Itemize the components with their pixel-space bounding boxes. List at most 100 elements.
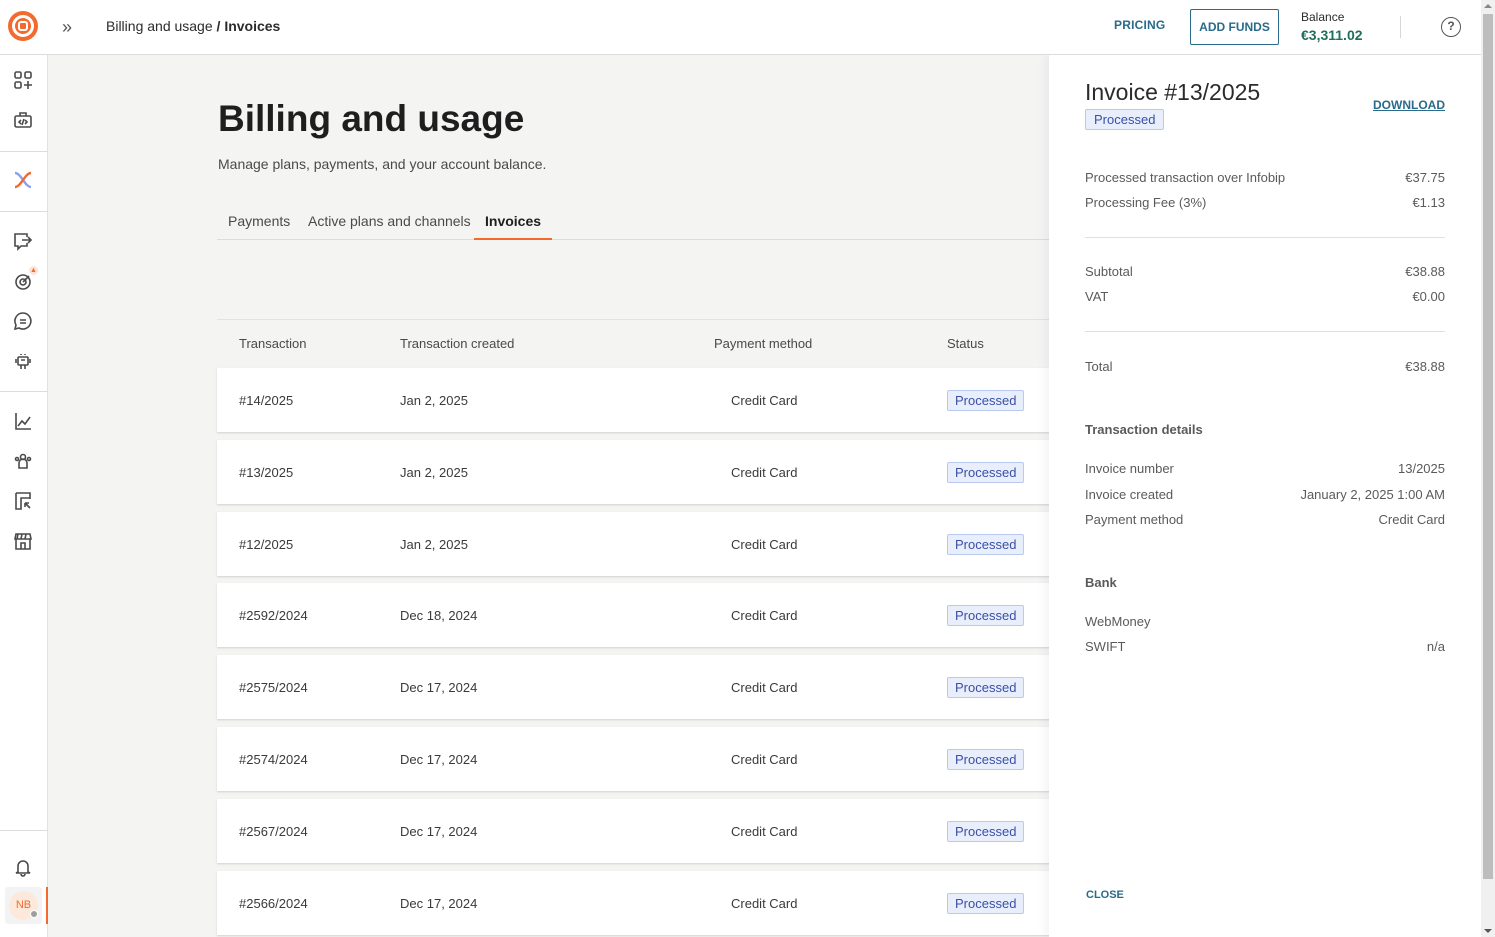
exchange-icon[interactable] bbox=[12, 490, 34, 512]
payment-method: Credit Card bbox=[731, 752, 798, 767]
scroll-down-arrow-icon[interactable] bbox=[1484, 929, 1492, 933]
transaction-id: #2575/2024 bbox=[239, 680, 308, 695]
sidebar-divider bbox=[0, 151, 48, 152]
analytics-icon[interactable] bbox=[12, 410, 34, 432]
transaction-created: Jan 2, 2025 bbox=[400, 465, 468, 480]
detail-row: Invoice number 13/2025 bbox=[1085, 461, 1445, 476]
vat-row: VAT €0.00 bbox=[1085, 289, 1445, 304]
detail-label: Invoice created bbox=[1085, 487, 1174, 502]
column-header-payment-method[interactable]: Payment method bbox=[714, 336, 812, 351]
line-item-label: Processed transaction over Infobip bbox=[1085, 170, 1286, 185]
detail-value: January 2, 2025 1:00 AM bbox=[1300, 487, 1445, 502]
table-row[interactable]: #14/2025 Jan 2, 2025 Credit Card Processed bbox=[217, 368, 1057, 432]
scrollbar-thumb[interactable] bbox=[1483, 14, 1493, 879]
campaign-target-icon[interactable]: ▲ bbox=[12, 266, 38, 292]
app: » Billing and usage / Invoices PRICING A… bbox=[0, 0, 1495, 937]
status-badge: Processed bbox=[947, 605, 1025, 626]
chat-icon[interactable] bbox=[12, 310, 34, 332]
transaction-created: Jan 2, 2025 bbox=[400, 537, 468, 552]
status-badge: Processed bbox=[1085, 109, 1165, 130]
detail-label: Payment method bbox=[1085, 512, 1184, 527]
transaction-id: #2574/2024 bbox=[239, 752, 308, 767]
table-row[interactable]: #12/2025 Jan 2, 2025 Credit Card Processed bbox=[217, 512, 1057, 576]
status-badge: Processed bbox=[947, 749, 1025, 770]
bank-row: SWIFT n/a bbox=[1085, 639, 1445, 654]
presence-status-icon bbox=[30, 910, 38, 918]
export-icon[interactable] bbox=[12, 230, 34, 252]
subtotal-row: Subtotal €38.88 bbox=[1085, 264, 1445, 279]
subtotal-label: Subtotal bbox=[1085, 264, 1133, 279]
column-header-transaction[interactable]: Transaction bbox=[239, 336, 306, 351]
table-row[interactable]: #2574/2024 Dec 17, 2024 Credit Card Process… bbox=[217, 727, 1057, 791]
apps-add-icon[interactable] bbox=[12, 69, 34, 91]
tab-bar: Payments Active plans and channels Invoi… bbox=[217, 203, 1057, 240]
transaction-id: #12/2025 bbox=[239, 537, 294, 552]
transaction-id: #2566/2024 bbox=[239, 896, 308, 911]
bot-icon[interactable] bbox=[12, 350, 34, 372]
table-row[interactable]: #2575/2024 Dec 17, 2024 Credit Card Process… bbox=[217, 655, 1057, 719]
invoice-details-drawer: Invoice #13/2025 Processed DOWNLOAD Proc… bbox=[1049, 55, 1481, 937]
page-title: Billing and usage bbox=[218, 98, 525, 139]
user-menu[interactable]: NB bbox=[5, 887, 42, 924]
tab-active-plans[interactable]: Active plans and channels bbox=[297, 203, 482, 240]
detail-value: Credit Card bbox=[1378, 512, 1445, 527]
top-header: » Billing and usage / Invoices PRICING A… bbox=[0, 0, 1481, 55]
payment-method: Credit Card bbox=[731, 393, 798, 408]
payment-method: Credit Card bbox=[731, 824, 798, 839]
transaction-details-heading: Transaction details bbox=[1085, 422, 1203, 437]
balance-label: Balance bbox=[1301, 10, 1345, 24]
line-item: Processed transaction over Infobip €37.75 bbox=[1085, 170, 1445, 185]
bank-value: n/a bbox=[1426, 639, 1445, 654]
status-badge: Processed bbox=[947, 390, 1025, 411]
people-icon[interactable] bbox=[12, 450, 34, 472]
store-icon[interactable] bbox=[12, 530, 34, 552]
payment-method: Credit Card bbox=[731, 465, 798, 480]
divider bbox=[1085, 331, 1445, 332]
page-subtitle: Manage plans, payments, and your account… bbox=[218, 156, 547, 172]
payment-method: Credit Card bbox=[731, 680, 798, 695]
bell-icon[interactable] bbox=[12, 856, 34, 878]
transaction-created: Jan 2, 2025 bbox=[400, 393, 468, 408]
column-header-created[interactable]: Transaction created bbox=[400, 336, 514, 351]
scroll-up-arrow-icon[interactable] bbox=[1484, 4, 1492, 8]
tab-payments[interactable]: Payments bbox=[217, 203, 301, 240]
developer-tools-icon[interactable] bbox=[12, 109, 34, 131]
detail-label: Invoice number bbox=[1085, 461, 1174, 476]
bank-label: SWIFT bbox=[1085, 639, 1126, 654]
add-funds-button[interactable]: ADD FUNDS bbox=[1190, 9, 1279, 45]
table-row[interactable]: #2592/2024 Dec 18, 2024 Credit Card Process… bbox=[217, 583, 1057, 647]
help-icon[interactable]: ? bbox=[1441, 17, 1461, 37]
divider bbox=[1085, 237, 1445, 238]
transaction-created: Dec 17, 2024 bbox=[400, 680, 478, 695]
transaction-created: Dec 17, 2024 bbox=[400, 752, 478, 767]
notification-badge: ▲ bbox=[29, 266, 38, 275]
close-button[interactable]: CLOSE bbox=[1086, 889, 1124, 901]
sidebar: ▲ NB bbox=[0, 55, 48, 937]
line-item-value: €1.13 bbox=[1412, 195, 1445, 210]
pricing-link[interactable]: PRICING bbox=[1114, 18, 1165, 32]
line-item-value: €37.75 bbox=[1405, 170, 1445, 185]
total-label: Total bbox=[1085, 359, 1113, 374]
breadcrumb: Billing and usage / Invoices bbox=[106, 18, 280, 34]
detail-value: 13/2025 bbox=[1398, 461, 1445, 476]
line-item-label: Processing Fee (3%) bbox=[1085, 195, 1207, 210]
payment-method: Credit Card bbox=[731, 537, 798, 552]
connectivity-icon[interactable] bbox=[12, 169, 34, 191]
page-scrollbar[interactable] bbox=[1481, 0, 1495, 937]
sidebar-divider bbox=[0, 391, 48, 392]
breadcrumb-parent[interactable]: Billing and usage bbox=[106, 18, 213, 34]
balance-value: €3,311.02 bbox=[1301, 27, 1363, 43]
table-row[interactable]: #2567/2024 Dec 17, 2024 Credit Card Process… bbox=[217, 799, 1057, 863]
status-badge: Processed bbox=[947, 534, 1025, 555]
download-button[interactable]: DOWNLOAD bbox=[1373, 98, 1445, 112]
sidebar-divider bbox=[0, 830, 48, 831]
column-header-status[interactable]: Status bbox=[947, 336, 984, 351]
vat-label: VAT bbox=[1085, 289, 1109, 304]
expand-sidebar-icon[interactable]: » bbox=[62, 17, 80, 37]
transaction-created: Dec 17, 2024 bbox=[400, 896, 478, 911]
tab-invoices[interactable]: Invoices bbox=[474, 203, 553, 240]
payment-method: Credit Card bbox=[731, 896, 798, 911]
infobip-logo-icon[interactable] bbox=[8, 11, 38, 41]
table-row[interactable]: #2566/2024 Dec 17, 2024 Credit Card Process… bbox=[217, 871, 1057, 935]
table-row[interactable]: #13/2025 Jan 2, 2025 Credit Card Processed bbox=[217, 440, 1057, 504]
